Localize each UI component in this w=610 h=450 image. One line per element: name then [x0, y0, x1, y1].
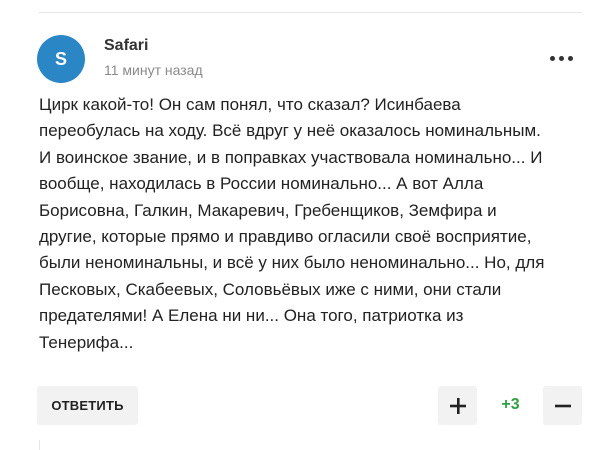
- comment-text: Цирк какой-то! Он сам понял, что сказал?…: [39, 95, 545, 352]
- author-name[interactable]: Safari: [104, 37, 148, 55]
- thread-rule: [39, 440, 40, 450]
- reply-button[interactable]: ОТВЕТИТЬ: [37, 386, 138, 425]
- comment-timestamp: 11 минут назад: [104, 62, 203, 78]
- more-options-button[interactable]: [546, 47, 576, 69]
- downvote-button[interactable]: [543, 386, 582, 425]
- top-divider: [39, 12, 582, 13]
- vote-score: +3: [501, 396, 520, 413]
- comment-card: S Safari 11 минут назад Цирк какой-то! О…: [0, 0, 610, 450]
- minus-icon: [554, 398, 571, 414]
- more-horizontal-icon: [549, 55, 573, 61]
- avatar[interactable]: S: [37, 35, 85, 83]
- avatar-letter: S: [54, 48, 67, 69]
- plus-icon: [449, 397, 466, 414]
- upvote-button[interactable]: [438, 386, 477, 425]
